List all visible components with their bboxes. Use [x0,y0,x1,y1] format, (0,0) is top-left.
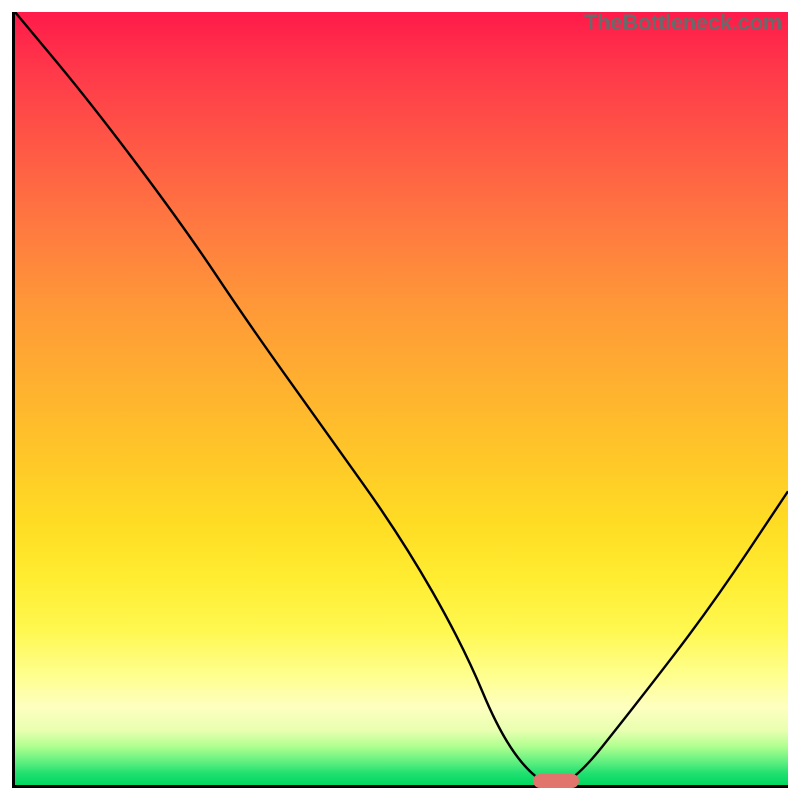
plot-area: TheBottleneck.com [12,12,788,788]
optimum-marker [533,774,579,788]
chart-wrapper: TheBottleneck.com [0,0,800,800]
bottleneck-curve [15,12,788,785]
watermark-text: TheBottleneck.com [584,10,782,36]
